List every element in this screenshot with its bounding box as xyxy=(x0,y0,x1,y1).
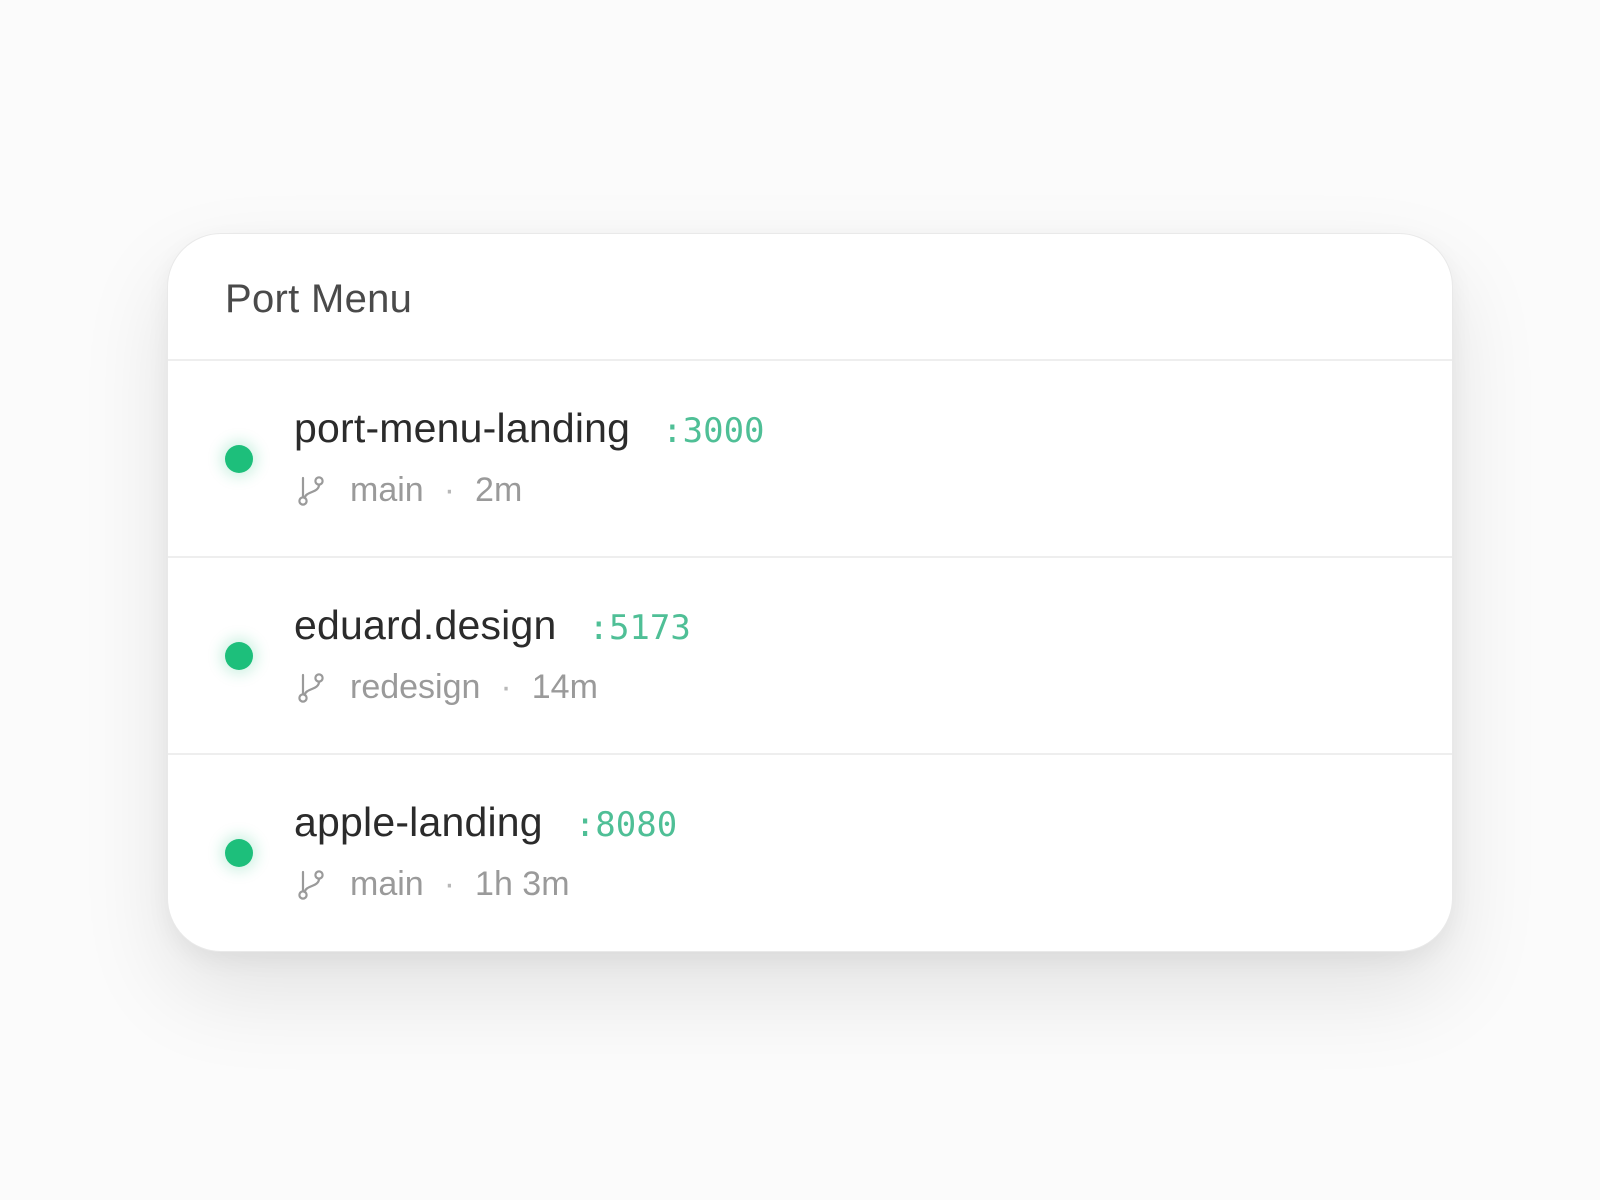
port-number: :5173 xyxy=(588,608,691,648)
git-branch-icon xyxy=(294,868,328,902)
status-indicator xyxy=(225,839,253,867)
git-branch-icon xyxy=(294,474,328,508)
server-meta: main · 1h 3m xyxy=(294,865,570,904)
meta-separator: · xyxy=(500,668,512,706)
port-number: :8080 xyxy=(574,805,678,845)
git-branch-icon xyxy=(294,671,328,705)
panel-title: Port Menu xyxy=(225,277,413,321)
branch-name: main xyxy=(350,471,424,509)
server-meta: redesign · 14m xyxy=(294,668,598,707)
server-row-apple-landing[interactable]: apple-landing :8080 main · 1h 3m xyxy=(168,755,1452,951)
server-meta: main · 2m xyxy=(294,471,522,510)
panel-header: Port Menu xyxy=(168,234,1452,361)
project-name: port-menu-landing xyxy=(294,405,631,451)
port-menu-panel: Port Menu port-menu-landing :3000 main ·… xyxy=(167,233,1453,952)
uptime: 1h 3m xyxy=(475,865,570,903)
project-name: apple-landing xyxy=(294,799,543,845)
server-row-port-menu-landing[interactable]: port-menu-landing :3000 main · 2m xyxy=(168,361,1452,558)
port-number: :3000 xyxy=(662,411,765,451)
status-indicator xyxy=(225,445,253,473)
project-name: eduard.design xyxy=(294,602,557,648)
server-row-eduard-design[interactable]: eduard.design :5173 redesign · 14m xyxy=(168,558,1452,755)
server-title: eduard.design :5173 xyxy=(294,602,691,649)
server-title: port-menu-landing :3000 xyxy=(294,405,765,452)
branch-name: main xyxy=(350,865,424,903)
uptime: 14m xyxy=(531,668,598,706)
meta-separator: · xyxy=(443,865,456,903)
status-indicator xyxy=(225,642,253,670)
server-title: apple-landing :8080 xyxy=(294,799,677,846)
meta-separator: · xyxy=(443,471,456,509)
uptime: 2m xyxy=(475,471,523,509)
branch-name: redesign xyxy=(350,668,481,706)
